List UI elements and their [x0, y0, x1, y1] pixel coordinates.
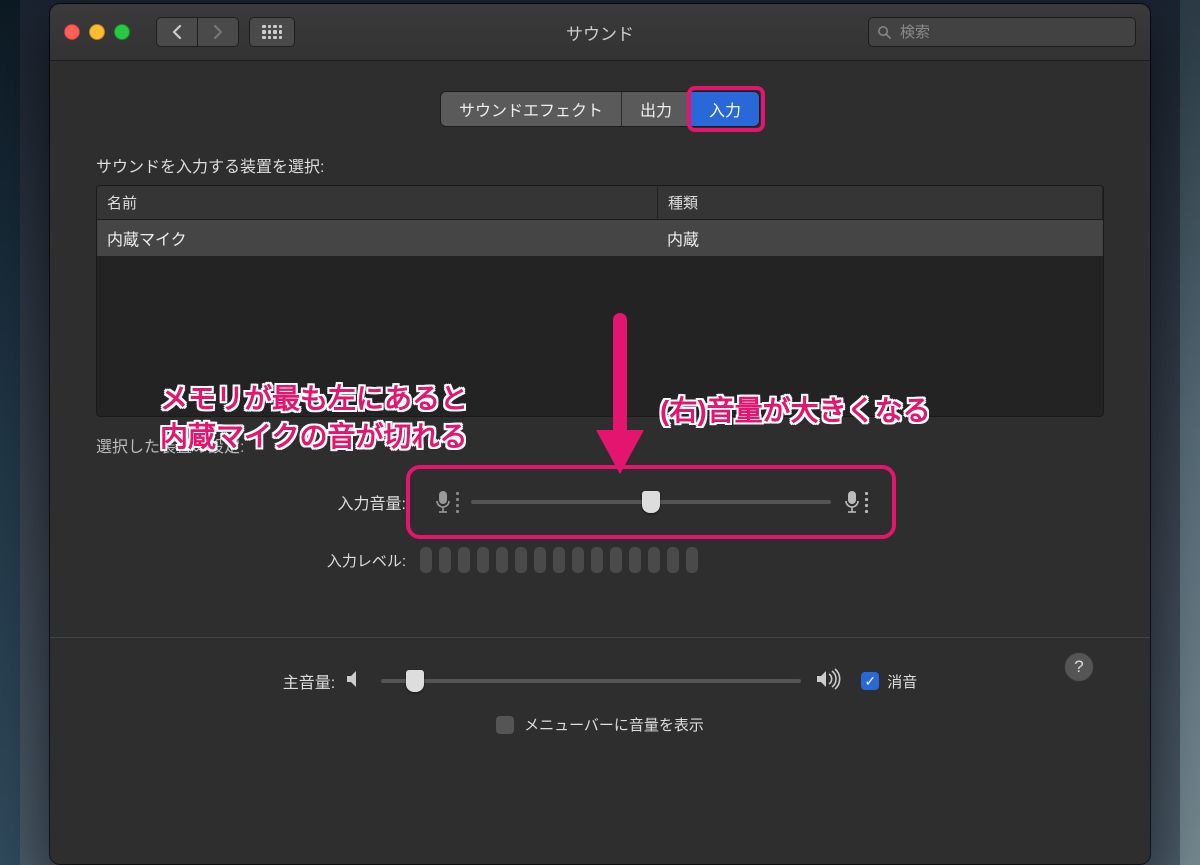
search-input[interactable]: [898, 23, 1127, 42]
window-toolbar: サウンド: [50, 4, 1150, 61]
input-volume-thumb[interactable]: [642, 491, 660, 513]
sound-tabs: サウンドエフェクト 出力 入力: [440, 91, 760, 127]
mute-checkbox[interactable]: ✓: [861, 672, 879, 690]
help-button[interactable]: ?: [1064, 652, 1094, 682]
speaker-low-icon: [345, 669, 367, 693]
minimize-window-button[interactable]: [89, 24, 105, 40]
input-level-meter: [420, 547, 698, 573]
speaker-high-icon: [815, 668, 845, 694]
input-level-label: 入力レベル:: [96, 550, 420, 571]
device-type-cell: 内蔵: [657, 220, 1103, 256]
table-row[interactable]: 内蔵マイク 内蔵: [97, 220, 1103, 256]
input-volume-label: 入力音量:: [96, 490, 420, 514]
mic-low-icon: [434, 489, 459, 515]
show-volume-menubar-checkbox[interactable]: ✓: [496, 716, 514, 734]
sound-preferences-window: サウンド サウンドエフェクト 出力 入力 サウンドを入力する装置を選択: 名前: [50, 4, 1150, 864]
column-header-name[interactable]: 名前: [97, 186, 658, 219]
desktop-wallpaper: [1180, 0, 1200, 865]
back-button[interactable]: [156, 17, 197, 47]
input-volume-slider[interactable]: [471, 500, 831, 504]
main-volume-slider[interactable]: [381, 679, 801, 683]
window-controls: [64, 24, 130, 40]
main-volume-thumb[interactable]: [406, 670, 424, 692]
mic-high-icon: [843, 489, 868, 515]
show-all-button[interactable]: [249, 17, 295, 47]
close-window-button[interactable]: [64, 24, 80, 40]
search-field[interactable]: [868, 17, 1136, 47]
tab-output[interactable]: 出力: [622, 92, 691, 126]
tab-sound-effects[interactable]: サウンドエフェクト: [441, 92, 622, 126]
selected-device-settings-label: 選択した装置の設定:: [96, 433, 1104, 457]
chevron-left-icon: [171, 24, 183, 40]
column-header-type[interactable]: 種類: [658, 186, 1103, 219]
show-volume-menubar-label: メニューバーに音量を表示: [524, 714, 704, 735]
input-level-row: 入力レベル:: [96, 547, 1104, 573]
nav-buttons: [156, 17, 239, 47]
device-name-cell: 内蔵マイク: [97, 220, 657, 256]
input-devices-table: 名前 種類 内蔵マイク 内蔵: [96, 185, 1104, 417]
mute-checkbox-row: ✓ 消音: [861, 671, 917, 692]
search-icon: [877, 25, 892, 40]
desktop-wallpaper: [0, 0, 20, 865]
tab-input[interactable]: 入力: [691, 92, 759, 126]
chevron-right-icon: [212, 24, 224, 40]
main-volume-label: 主音量:: [283, 669, 345, 693]
forward-button[interactable]: [197, 17, 239, 47]
mute-label: 消音: [887, 671, 917, 692]
choose-input-device-label: サウンドを入力する装置を選択:: [96, 153, 1104, 177]
zoom-window-button[interactable]: [114, 24, 130, 40]
grid-icon: [262, 25, 282, 39]
